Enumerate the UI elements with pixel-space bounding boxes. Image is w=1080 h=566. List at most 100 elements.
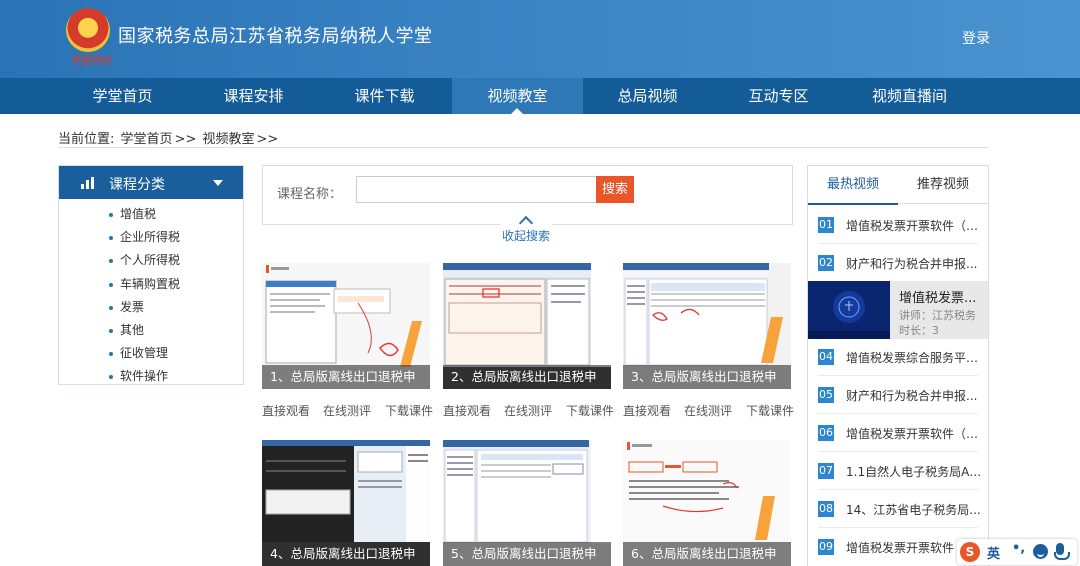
video-card[interactable]: 3、总局版离线出口退税申 — [623, 263, 791, 389]
nav-item-video-room[interactable]: 视频教室 — [452, 78, 583, 114]
nav-item-label: 互动专区 — [748, 87, 809, 105]
card-actions: 直接观看 在线测评 下载课件 — [443, 402, 614, 419]
video-card[interactable]: 2、总局版离线出口退税申 — [443, 263, 611, 389]
course-name-input[interactable] — [356, 176, 597, 203]
breadcrumb-sep: >> — [256, 132, 279, 147]
rank-number: 09 — [818, 539, 834, 555]
nav-item-schedule[interactable]: 课程安排 — [188, 78, 319, 114]
rank-row[interactable]: 05 财产和行为税合并申报... — [808, 376, 988, 414]
watch-link[interactable]: 直接观看 — [623, 402, 671, 419]
featured-thumbnail — [808, 281, 890, 339]
test-link[interactable]: 在线测评 — [323, 402, 371, 419]
tax-emblem-icon — [66, 8, 110, 52]
emoji-icon[interactable] — [1033, 544, 1048, 559]
category-item-software[interactable]: 软件操作 — [107, 365, 180, 388]
rank-row[interactable]: 06 增值税发票开票软件（税... — [808, 414, 988, 452]
site-title: 国家税务总局江苏省税务局纳税人学堂 — [118, 26, 433, 47]
rank-number: 06 — [818, 425, 834, 441]
rank-row[interactable]: 07 1.1自然人电子税务局AP... — [808, 452, 988, 490]
chevron-down-icon — [213, 180, 223, 186]
rank-number: 02 — [818, 255, 834, 271]
collapse-search-button[interactable]: 收起搜索 — [500, 213, 552, 244]
video-card[interactable]: 4、总局版离线出口退税申 — [262, 440, 430, 566]
test-link[interactable]: 在线测评 — [684, 402, 732, 419]
rank-title: 财产和行为税合并申报... — [846, 389, 978, 403]
video-card[interactable]: 1、总局版离线出口退税申 — [262, 263, 430, 389]
rank-number: 04 — [818, 349, 834, 365]
category-item-collection[interactable]: 征收管理 — [107, 342, 180, 365]
search-button[interactable]: 搜索 — [596, 176, 634, 203]
breadcrumb-current[interactable]: 视频教室 — [202, 132, 254, 147]
rank-title: 增值税发票综合服务平台... — [846, 351, 982, 365]
nav-item-download[interactable]: 课件下载 — [319, 78, 450, 114]
ime-language-toggle[interactable]: 英 — [987, 543, 1000, 562]
rank-title: 增值税发票开票软件（税... — [846, 427, 982, 441]
site-header: 学堂培训 国家税务总局江苏省税务局纳税人学堂 登录 — [0, 0, 1080, 78]
search-label: 课程名称： — [277, 187, 343, 202]
category-item-personal-tax[interactable]: 个人所得税 — [107, 249, 180, 272]
video-title: 2、总局版离线出口退税申 — [443, 365, 611, 389]
rank-number: 08 — [818, 501, 834, 517]
ime-toolbar[interactable]: S 英 •, — [957, 539, 1077, 565]
watch-link[interactable]: 直接观看 — [262, 402, 310, 419]
rank-row[interactable]: 01 增值税发票开票软件（税... — [808, 206, 988, 244]
active-caret-icon — [511, 108, 523, 114]
download-link[interactable]: 下载课件 — [385, 402, 433, 419]
tab-recommended-videos[interactable]: 推荐视频 — [898, 166, 988, 204]
video-title: 3、总局版离线出口退税申 — [623, 365, 791, 389]
video-card[interactable]: 5、总局版离线出口退税申 — [443, 440, 611, 566]
bar-chart-icon — [81, 177, 94, 189]
login-link[interactable]: 登录 — [962, 28, 990, 48]
featured-title: 增值税发票... — [899, 291, 977, 306]
nav-item-home[interactable]: 学堂首页 — [57, 78, 188, 114]
breadcrumb: 当前位置: 学堂首页 >> 视频教室 >> — [58, 128, 988, 148]
breadcrumb-home[interactable]: 学堂首页 — [121, 132, 173, 147]
card-actions: 直接观看 在线测评 下载课件 — [623, 402, 794, 419]
watch-link[interactable]: 直接观看 — [443, 402, 491, 419]
card-actions: 直接观看 在线测评 下载课件 — [262, 402, 433, 419]
rank-number: 01 — [818, 217, 834, 233]
tab-hot-videos[interactable]: 最热视频 — [808, 166, 898, 205]
breadcrumb-prefix: 当前位置: — [58, 132, 115, 147]
category-header[interactable]: 课程分类 — [59, 166, 243, 199]
category-item-vehicle-tax[interactable]: 车辆购置税 — [107, 273, 180, 296]
ime-logo-icon: S — [960, 542, 980, 562]
nav-item-interactive[interactable]: 互动专区 — [713, 78, 844, 114]
video-card[interactable]: 6、总局版离线出口退税申 — [623, 440, 791, 566]
download-link[interactable]: 下载课件 — [566, 402, 614, 419]
video-title: 5、总局版离线出口退税申 — [443, 542, 611, 566]
category-title: 课程分类 — [109, 177, 165, 193]
test-link[interactable]: 在线测评 — [504, 402, 552, 419]
rank-row[interactable]: 02 财产和行为税合并申报... — [808, 244, 988, 282]
featured-teacher: 讲师：江苏税务 — [899, 309, 976, 322]
category-item-invoice[interactable]: 发票 — [107, 296, 180, 319]
rank-title: 14、江苏省电子税务局... — [846, 503, 981, 517]
nav-item-label: 学堂首页 — [92, 87, 153, 105]
category-item-vat[interactable]: 增值税 — [107, 203, 180, 226]
nav-item-label: 课件下载 — [354, 87, 415, 105]
nav-item-label: 总局视频 — [617, 87, 678, 105]
ime-punctuation-toggle[interactable]: •, — [1012, 541, 1025, 556]
rank-row[interactable]: 08 14、江苏省电子税务局... — [808, 490, 988, 528]
category-item-other[interactable]: 其他 — [107, 319, 180, 342]
rank-number: 05 — [818, 387, 834, 403]
nav-item-general-video[interactable]: 总局视频 — [582, 78, 713, 114]
nav-item-live[interactable]: 视频直播间 — [844, 78, 975, 114]
main-nav: 学堂首页 课程安排 课件下载 视频教室 总局视频 互动专区 视频直播间 — [0, 78, 1080, 114]
download-link[interactable]: 下载课件 — [746, 402, 794, 419]
hot-videos-panel: 最热视频 推荐视频 01 增值税发票开票软件（税... 02 财产和行为税合并申… — [807, 165, 989, 566]
nav-item-label: 视频直播间 — [871, 87, 947, 105]
microphone-icon[interactable] — [1054, 543, 1070, 560]
nav-item-label: 课程安排 — [223, 87, 284, 105]
category-item-corporate-tax[interactable]: 企业所得税 — [107, 226, 180, 249]
video-title: 1、总局版离线出口退税申 — [262, 365, 430, 389]
panel-tabs: 最热视频 推荐视频 — [808, 166, 988, 205]
emblem-script: 学堂培训 — [70, 54, 111, 67]
rank-title: 增值税发票开票软件（税... — [846, 219, 982, 233]
rank-row[interactable]: 04 增值税发票综合服务平台... — [808, 338, 988, 376]
video-title: 6、总局版离线出口退税申 — [623, 542, 791, 566]
featured-video[interactable]: 增值税发票... 讲师：江苏税务 时长：3 — [808, 281, 988, 339]
breadcrumb-sep: >> — [174, 132, 197, 147]
category-panel: 课程分类 增值税 企业所得税 个人所得税 车辆购置税 发票 其他 征收管理 软件… — [58, 165, 244, 385]
rank-title: 1.1自然人电子税务局AP... — [846, 465, 982, 479]
